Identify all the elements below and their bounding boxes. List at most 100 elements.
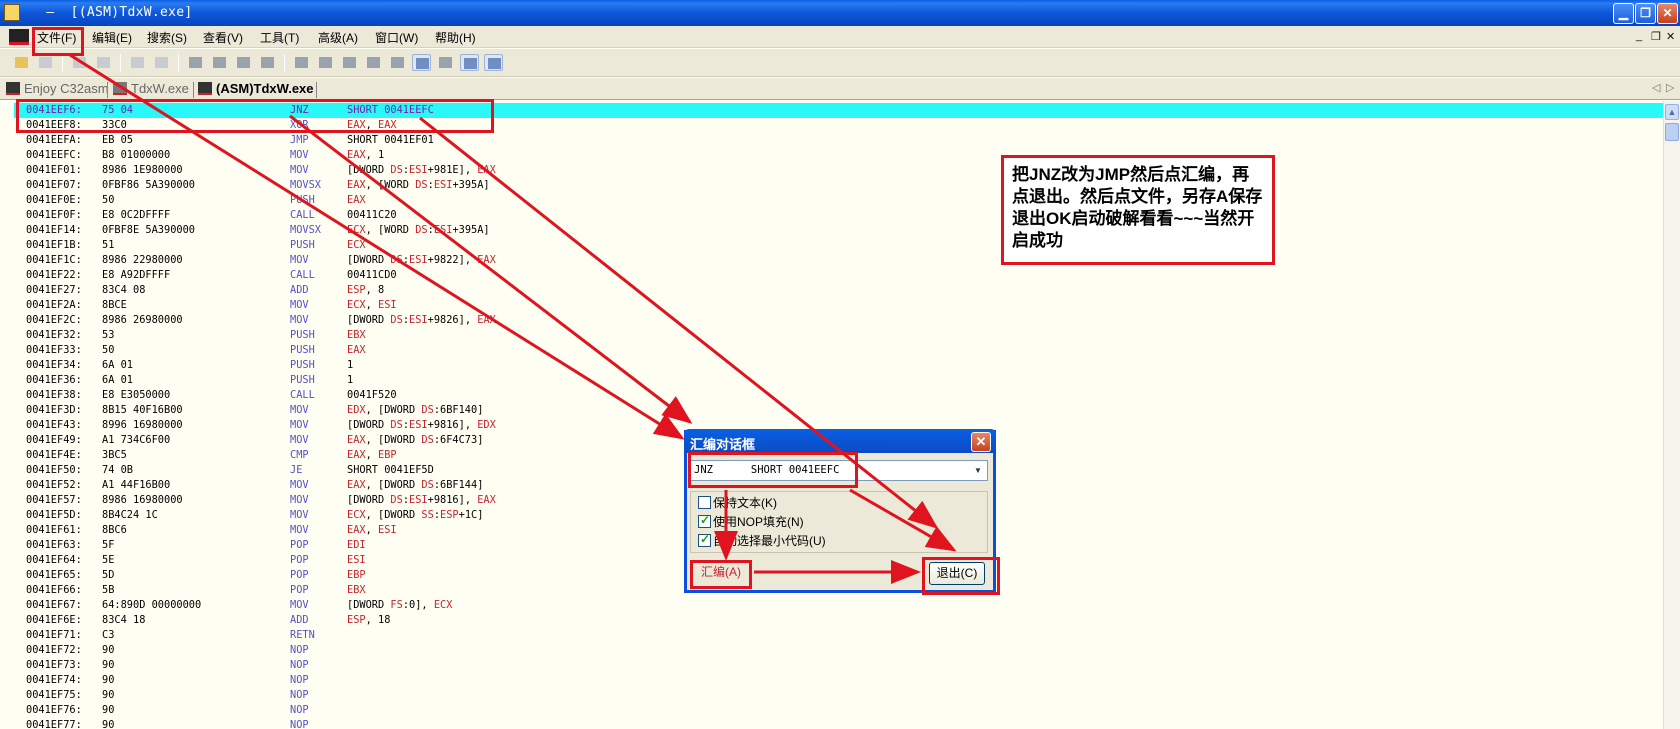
code-row[interactable]: 0041EF0E: 50 PUSH EAX bbox=[14, 193, 1663, 208]
menu-help[interactable]: 帮助(H) bbox=[435, 29, 476, 46]
list-icon[interactable] bbox=[316, 54, 335, 71]
code-row[interactable]: 0041EF0F: E8 0C2DFFFF CALL 00411C20 bbox=[14, 208, 1663, 223]
mdi-minimize-button[interactable]: _ bbox=[1636, 30, 1642, 42]
code-row[interactable]: 0041EEFA: EB 05 JMP SHORT 0041EF01 bbox=[14, 133, 1663, 148]
code-row[interactable]: 0041EF27: 83C4 08 ADD ESP, 8 bbox=[14, 283, 1663, 298]
save-icon[interactable] bbox=[36, 54, 55, 71]
mdi-restore-button[interactable]: ❐ bbox=[1651, 30, 1661, 43]
menu-search[interactable]: 搜索(S) bbox=[147, 29, 187, 46]
code-row[interactable]: 0041EF1C: 8986 22980000 MOV [DWORD DS:ESI+9… bbox=[14, 253, 1663, 268]
code-mnemonic: CALL bbox=[290, 389, 315, 401]
menu-edit[interactable]: 编辑(E) bbox=[92, 29, 132, 46]
window-single-icon[interactable] bbox=[460, 54, 479, 71]
code-row[interactable]: 0041EF1B: 51 PUSH ECX bbox=[14, 238, 1663, 253]
code-row[interactable]: 0041EF38: E8 E3050000 CALL 0041F520 bbox=[14, 388, 1663, 403]
code-row[interactable]: 0041EF73: 90 NOP bbox=[14, 658, 1663, 673]
code-row[interactable]: 0041EF36: 6A 01 PUSH 1 bbox=[14, 373, 1663, 388]
table-icon[interactable] bbox=[364, 54, 383, 71]
checkbox-box[interactable] bbox=[698, 532, 711, 547]
menu-window[interactable]: 窗口(W) bbox=[375, 29, 418, 46]
checkbox-box[interactable] bbox=[698, 496, 711, 509]
copy-icon[interactable] bbox=[70, 54, 89, 71]
minimize-button[interactable]: ▁ bbox=[1613, 3, 1634, 24]
code-row[interactable]: 0041EF32: 53 PUSH EBX bbox=[14, 328, 1663, 343]
open-file-icon[interactable] bbox=[12, 54, 31, 71]
code-row[interactable]: 0041EF2C: 8986 26980000 MOV [DWORD DS:ESI+9… bbox=[14, 313, 1663, 328]
code-row[interactable]: 0041EF01: 8986 1E980000 MOV [DWORD DS:ESI+9… bbox=[14, 163, 1663, 178]
tab-asm-tdxw-exe[interactable]: (ASM)TdxW.exe bbox=[198, 81, 314, 99]
forward-arrow-icon[interactable] bbox=[152, 54, 171, 71]
follow-icon[interactable] bbox=[210, 54, 229, 71]
code-row[interactable]: 0041EF75: 90 NOP bbox=[14, 688, 1663, 703]
code-bytes: A1 44F16B00 bbox=[102, 479, 171, 491]
restore-button[interactable]: ❐ bbox=[1635, 3, 1656, 24]
toolbar-separator bbox=[120, 54, 121, 72]
code-row[interactable]: 0041EF22: E8 A92DFFFF CALL 00411CD0 bbox=[14, 268, 1663, 283]
code-operands: 1 bbox=[347, 374, 354, 386]
vertical-scrollbar[interactable]: ▲ bbox=[1663, 101, 1680, 729]
code-address: 0041EF38: bbox=[26, 389, 82, 401]
window-tile-icon[interactable] bbox=[484, 54, 503, 71]
code-address: 0041EF76: bbox=[26, 704, 82, 716]
scroll-thumb[interactable] bbox=[1665, 123, 1679, 141]
code-row[interactable]: 0041EF77: 90 NOP bbox=[14, 718, 1663, 729]
grid-icon[interactable] bbox=[388, 54, 407, 71]
bookmark-icon[interactable] bbox=[234, 54, 253, 71]
annotation-note: 把JNZ改为JMP然后点汇编，再点退出。然后点文件，另存A保存退出OK启动破解看… bbox=[1001, 155, 1275, 265]
dialog-close-button[interactable]: ✕ bbox=[971, 432, 991, 452]
code-mnemonic: NOP bbox=[290, 659, 309, 671]
code-operands: 00411CD0 bbox=[347, 269, 397, 281]
code-row[interactable]: 0041EF34: 6A 01 PUSH 1 bbox=[14, 358, 1663, 373]
code-row[interactable]: 0041EEFC: B8 01000000 MOV EAX, 1 bbox=[14, 148, 1663, 163]
code-row[interactable]: 0041EF14: 0FBF8E 5A390000 MOVSX ECX, [WORD … bbox=[14, 223, 1663, 238]
menu-view[interactable]: 查看(V) bbox=[203, 29, 243, 46]
code-mnemonic: PUSH bbox=[290, 359, 315, 371]
tab-enjoy-c32asm[interactable]: Enjoy C32asm bbox=[6, 81, 109, 99]
tab-tdxw-exe[interactable]: TdxW.exe bbox=[113, 81, 189, 99]
code-row[interactable]: 0041EF76: 90 NOP bbox=[14, 703, 1663, 718]
tab-scroll-right-icon[interactable]: ▷ bbox=[1666, 81, 1674, 94]
code-row[interactable]: 0041EF67: 64:890D 00000000 MOV [DWORD FS:0]… bbox=[14, 598, 1663, 613]
settings-icon[interactable] bbox=[436, 54, 455, 71]
code-row[interactable]: 0041EF2A: 8BCE MOV ECX, ESI bbox=[14, 298, 1663, 313]
paste-icon[interactable] bbox=[94, 54, 113, 71]
code-bytes: 8BCE bbox=[102, 299, 127, 311]
code-row[interactable]: 0041EF72: 90 NOP bbox=[14, 643, 1663, 658]
next-bookmark-icon[interactable] bbox=[258, 54, 277, 71]
code-row[interactable]: 0041EF3D: 8B15 40F16B00 MOV EDX, [DWORD DS:… bbox=[14, 403, 1663, 418]
code-row[interactable]: 0041EF07: 0FBF86 5A390000 MOVSX EAX, [WORD … bbox=[14, 178, 1663, 193]
code-row[interactable]: 0041EF33: 50 PUSH EAX bbox=[14, 343, 1663, 358]
tab-scroll-left-icon[interactable]: ◁ bbox=[1652, 81, 1660, 94]
chevron-down-icon[interactable]: ▼ bbox=[970, 462, 986, 479]
back-arrow-icon[interactable] bbox=[128, 54, 147, 71]
code-operands: ESP, 18 bbox=[347, 614, 391, 626]
goto-icon[interactable] bbox=[186, 54, 205, 71]
code-bytes: 90 bbox=[102, 674, 115, 686]
checkbox-box[interactable] bbox=[698, 513, 711, 528]
nop-fill-checkbox[interactable]: 使用NOP填充(N) bbox=[698, 513, 804, 530]
code-mnemonic: NOP bbox=[290, 704, 309, 716]
code-mnemonic: PUSH bbox=[290, 374, 315, 386]
min-code-checkbox[interactable]: 自动选择最小代码(U) bbox=[698, 532, 826, 549]
code-address: 0041EF01: bbox=[26, 164, 82, 176]
code-address: 0041EF43: bbox=[26, 419, 82, 431]
hex-view-icon[interactable] bbox=[412, 54, 431, 71]
tab-label: (ASM)TdxW.exe bbox=[216, 81, 314, 96]
keep-text-checkbox[interactable]: 保持文本(K) bbox=[698, 494, 777, 511]
code-mnemonic: POP bbox=[290, 554, 309, 566]
indent-icon[interactable] bbox=[340, 54, 359, 71]
code-address: 0041EF65: bbox=[26, 569, 82, 581]
jnz-line-highlight-box bbox=[16, 99, 494, 133]
code-row[interactable]: 0041EF71: C3 RETN bbox=[14, 628, 1663, 643]
disassembly-view[interactable]: 0041EEF6: 75 04 JNZ SHORT 0041EEFC 0041EEF8:… bbox=[0, 101, 1663, 729]
code-row[interactable]: 0041EF6E: 83C4 18 ADD ESP, 18 bbox=[14, 613, 1663, 628]
close-button[interactable]: ✕ bbox=[1657, 3, 1678, 24]
reference-icon[interactable] bbox=[292, 54, 311, 71]
menu-advanced[interactable]: 高级(A) bbox=[318, 29, 358, 46]
code-row[interactable]: 0041EF74: 90 NOP bbox=[14, 673, 1663, 688]
toolbar bbox=[0, 49, 1680, 77]
scroll-up-icon[interactable]: ▲ bbox=[1665, 104, 1679, 120]
mdi-close-button[interactable]: ✕ bbox=[1666, 30, 1675, 43]
code-operands: EAX, 1 bbox=[347, 149, 385, 161]
menu-tools[interactable]: 工具(T) bbox=[260, 29, 299, 46]
